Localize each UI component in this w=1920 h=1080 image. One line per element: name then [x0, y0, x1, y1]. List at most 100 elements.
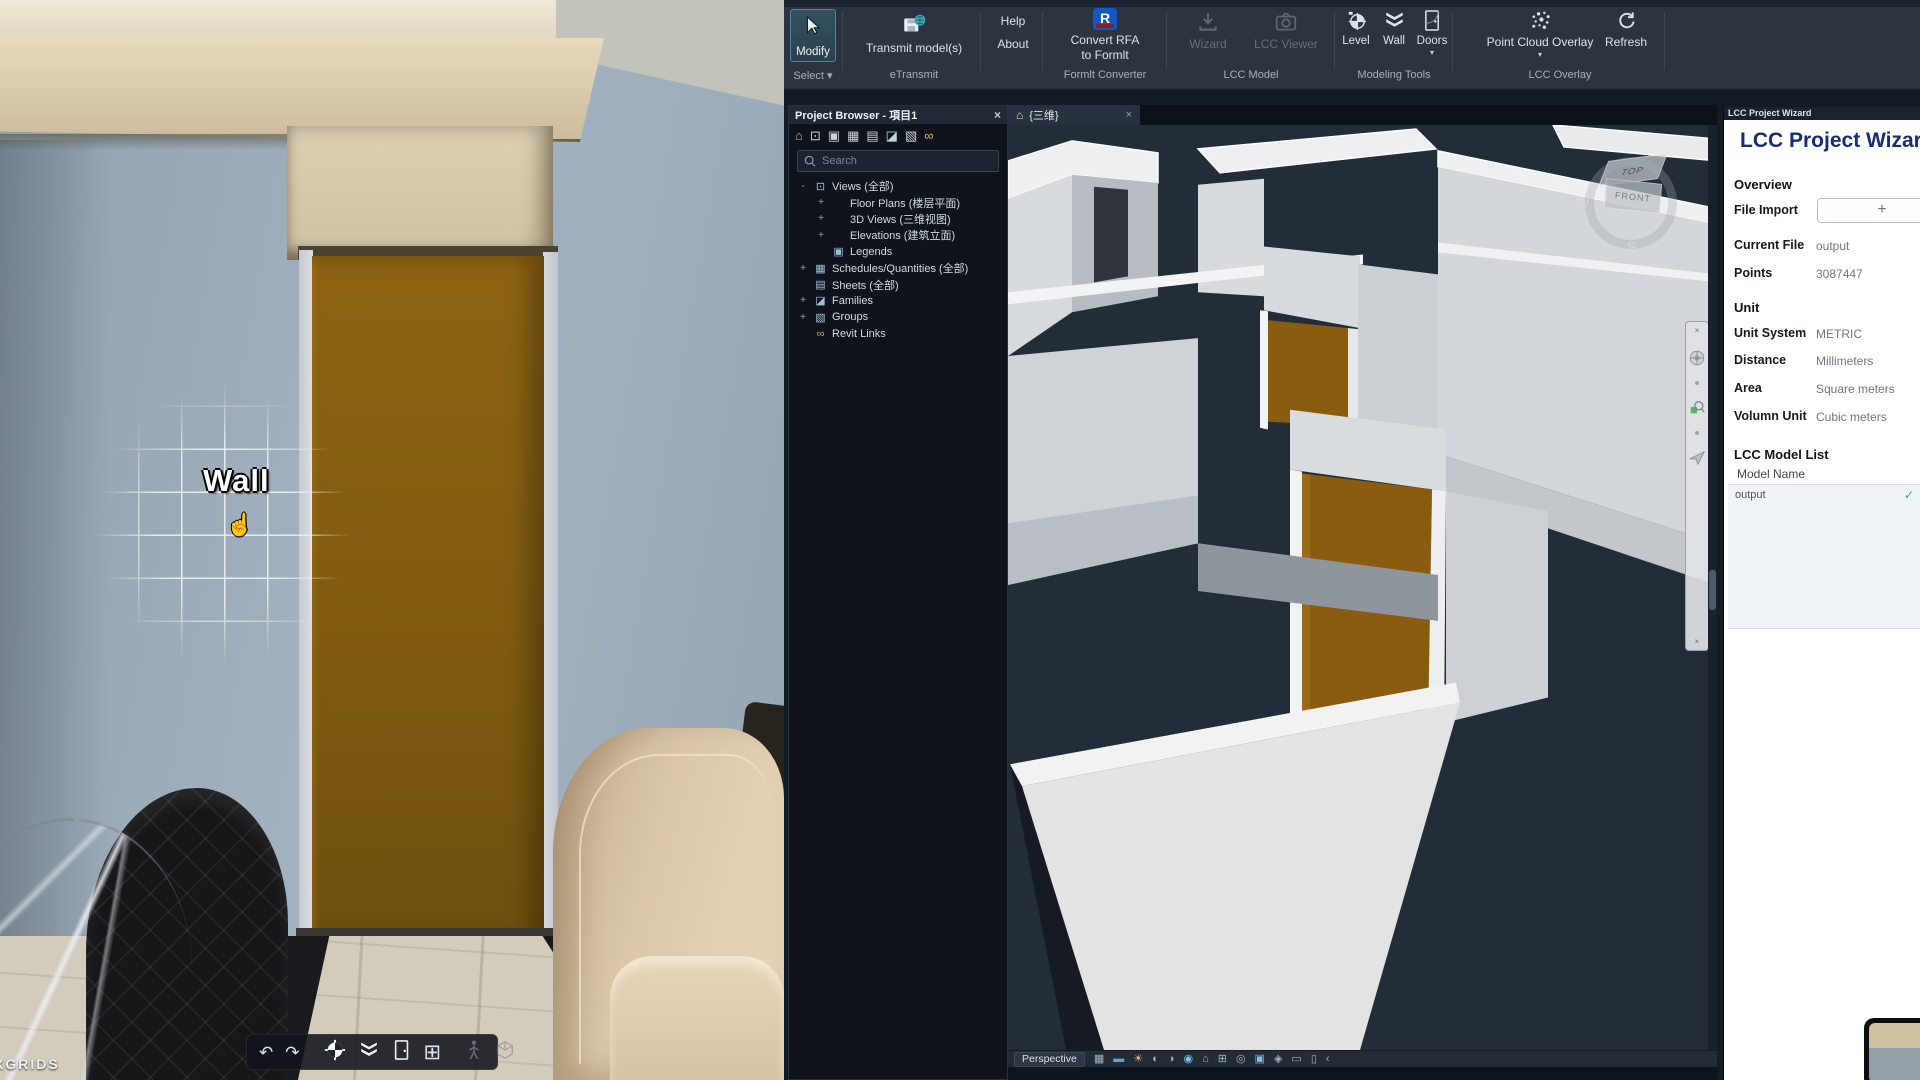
sketchy-lines-icon[interactable]: ◑ [1168, 1054, 1175, 1065]
ribbon-divider [1166, 12, 1167, 70]
tree-item-legends[interactable]: ▣ Legends [789, 244, 1007, 260]
model-canvas[interactable]: W S TOP FRONT × [1008, 125, 1717, 1050]
home-view-icon[interactable]: ⌂ [1016, 108, 1023, 122]
viewcube-south-label[interactable]: S [1627, 239, 1637, 256]
transmit-models-button[interactable]: Transmit model(s) [848, 12, 980, 55]
tree-item-groups[interactable]: + ▧ Groups [789, 309, 1007, 325]
distance-label: Distance [1734, 353, 1786, 367]
level-button[interactable]: Level [1336, 9, 1376, 47]
model-row-output[interactable]: output ✓ [1728, 485, 1920, 505]
volumn-unit-value: Cubic meters [1816, 410, 1887, 424]
help-button[interactable]: Help [984, 14, 1042, 28]
project-browser-titlebar[interactable]: Project Browser - 項目1 × [789, 106, 1007, 124]
view-scale-icon[interactable]: ▦ [1094, 1054, 1104, 1065]
wall-button[interactable]: Wall [1376, 9, 1412, 47]
viewcube-front-face[interactable]: FRONT [1604, 178, 1662, 214]
search-box[interactable] [797, 150, 999, 172]
lcc-project-wizard-panel: LCC Project Wizard LCC Project Wizard Ov… [1723, 107, 1920, 1080]
legends-icon[interactable]: ▣ [828, 129, 840, 142]
tree-item-sheets[interactable]: ▤ Sheets (全部) [789, 276, 1007, 292]
tree-item-floor-plans[interactable]: + Floor Plans (楼层平面) [789, 194, 1007, 210]
ribbon-divider [1664, 12, 1665, 70]
walk-mode-icon[interactable] [465, 1039, 483, 1066]
reveal-hidden-elements-icon[interactable]: ◈ [1274, 1054, 1282, 1065]
refresh-button[interactable]: Refresh [1596, 9, 1656, 49]
photo-toolbar: ↶ ↷ ⊞ [246, 1034, 498, 1070]
file-import-button[interactable]: + [1817, 198, 1920, 223]
cursor-arrow-icon [802, 15, 824, 37]
steering-wheel-icon[interactable] [1688, 349, 1706, 367]
navbar-close-icon[interactable]: × [1695, 637, 1700, 646]
doors-dropdown-arrow[interactable]: ▾ [1430, 48, 1434, 57]
wizard-heading: LCC Project Wizard [1740, 129, 1920, 153]
camera-icon [1274, 10, 1298, 34]
wizard-button[interactable]: Wizard [1176, 10, 1240, 51]
view-tab-label: {三维} [1029, 107, 1058, 123]
viewcube-cube[interactable]: TOP FRONT [1605, 157, 1661, 211]
point-cloud-dropdown-arrow[interactable]: ▾ [1538, 50, 1542, 59]
temporary-view-properties-icon[interactable]: ▯ [1311, 1054, 1317, 1065]
families-icon[interactable]: ◪ [886, 129, 898, 142]
shadows-icon[interactable]: ◐ [1152, 1054, 1159, 1065]
photographic-exposure-icon[interactable]: ⌂ [1202, 1054, 1209, 1065]
level-target-icon [1345, 9, 1368, 32]
scrollbar-thumb[interactable] [1709, 570, 1716, 610]
zoom-tool-icon[interactable] [1688, 399, 1706, 417]
ribbon-top-strip [784, 0, 1920, 7]
viewcube-west-label[interactable]: W [1577, 195, 1589, 210]
tree-item-families[interactable]: + ◪ Families [789, 293, 1007, 309]
navbar-divider-dot [1695, 381, 1699, 385]
tree-item-3d-views[interactable]: + 3D Views (三维视图) [789, 211, 1007, 227]
navbar-close-icon[interactable]: × [1695, 326, 1700, 335]
scan-photo-viewport[interactable]: Wall ☝ ↶ ↷ ⊞ XGRIDS [0, 0, 784, 1080]
ribbon-divider [980, 12, 981, 70]
pan-plane-icon[interactable] [1688, 449, 1706, 467]
tree-item-schedules[interactable]: + ▦ Schedules/Quantities (全部) [789, 260, 1007, 276]
schedules-icon[interactable]: ▦ [847, 129, 859, 142]
link-icon[interactable]: ∞ [924, 129, 933, 142]
close-icon[interactable]: × [994, 108, 1001, 122]
window-tool-icon[interactable]: ⊞ [424, 1042, 442, 1063]
worksharing-display-icon[interactable]: ▭ [1291, 1054, 1301, 1065]
tree-item-views[interactable]: - ⊡ Views (全部) [789, 178, 1007, 194]
select-group-label[interactable]: Select ▾ [784, 69, 842, 82]
redo-icon[interactable]: ↷ [285, 1044, 299, 1061]
crop-region-icon[interactable]: ◎ [1236, 1054, 1246, 1065]
tree-item-elevations[interactable]: + Elevations (建筑立面) [789, 227, 1007, 243]
sheets-icon[interactable]: ▤ [866, 129, 878, 142]
sun-settings-icon[interactable]: ☀ [1133, 1054, 1143, 1065]
wizard-window-titlebar[interactable]: LCC Project Wizard [1724, 107, 1920, 120]
formit-group-label: Formlt Converter [1044, 69, 1166, 81]
detail-level-icon[interactable]: ▬ [1113, 1054, 1124, 1065]
view-tab-3d[interactable]: ⌂ {三维} × [1008, 105, 1140, 125]
groups-icon[interactable]: ▧ [905, 129, 917, 142]
tree-item-revit-links[interactable]: ∞ Revit Links [789, 326, 1007, 342]
viewcube[interactable]: W S TOP FRONT [1583, 151, 1683, 255]
lcc-viewer-button[interactable]: LCC Viewer [1244, 10, 1328, 51]
doors-button[interactable]: Doors ▾ [1412, 9, 1452, 57]
undo-icon[interactable]: ↶ [259, 1044, 273, 1061]
home-icon[interactable]: ⌂ [795, 129, 803, 142]
model-cube-icon[interactable] [495, 1040, 515, 1065]
rfa-file-icon: R [1093, 8, 1117, 30]
close-tab-icon[interactable]: × [1126, 109, 1132, 121]
door-tool-icon[interactable] [392, 1039, 412, 1066]
temporary-hide-isolate-icon[interactable]: ▣ [1255, 1054, 1265, 1065]
viewport-scrollbar[interactable] [1708, 125, 1717, 1050]
modify-button[interactable]: Modify [790, 9, 836, 62]
collapse-bar-icon[interactable]: ‹ [1326, 1054, 1330, 1065]
model-viewport[interactable]: ⌂ {三维} × [1008, 105, 1717, 1080]
pip-preview-image [1869, 1023, 1920, 1080]
wall-tool-icon[interactable] [358, 1039, 380, 1066]
project-browser-icon-row: ⌂ ⊡ ▣ ▦ ▤ ◪ ▧ ∞ [789, 124, 1007, 146]
perspective-indicator[interactable]: Perspective [1014, 1052, 1085, 1067]
about-button[interactable]: About [984, 37, 1042, 51]
level-target-tool-icon[interactable] [324, 1039, 346, 1066]
pip-preview-window[interactable] [1864, 1018, 1920, 1080]
crop-view-icon[interactable]: ⊞ [1218, 1054, 1227, 1065]
search-input[interactable] [822, 155, 972, 167]
lighting-icon[interactable]: ◉ [1183, 1054, 1193, 1065]
views-icon[interactable]: ⊡ [810, 129, 821, 142]
convert-rfa-button[interactable]: R Convert RFA to Formlt [1046, 8, 1164, 63]
etransmit-group-label: eTransmit [848, 69, 980, 81]
